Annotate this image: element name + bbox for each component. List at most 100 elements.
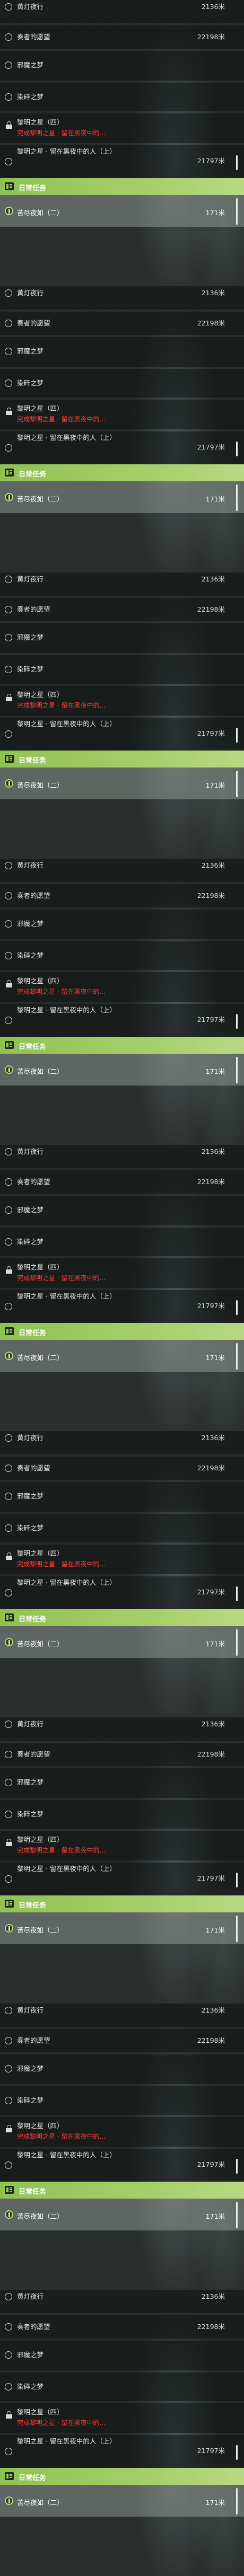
- quest-row-3[interactable]: 邪魔之梦: [0, 2054, 244, 2084]
- quest-title: 黄灯夜行: [17, 1148, 44, 1155]
- quest-row-locked[interactable]: 黎明之星（四） 完成黎明之星 · 留在黑夜中的...: [0, 1545, 244, 1574]
- scrollbar-thumb[interactable]: [236, 2445, 238, 2460]
- daily-section-header[interactable]: 日常任务: [0, 1609, 244, 1626]
- daily-section-header[interactable]: 日常任务: [0, 751, 244, 767]
- quest-row-6[interactable]: 黎明之星 · 留在黑夜中的人（上） 21797米: [0, 1576, 244, 1609]
- quest-row-3[interactable]: 邪魔之梦: [0, 910, 244, 939]
- quest-row-4[interactable]: 染碎之梦: [0, 2372, 244, 2401]
- quest-row-6[interactable]: 黎明之星 · 留在黑夜中的人（上） 21797米: [0, 431, 244, 464]
- daily-section-header[interactable]: 日常任务: [0, 2182, 244, 2199]
- quest-row-2[interactable]: 奏者的愿望 22198米: [0, 1170, 244, 1194]
- quest-row-1[interactable]: 黄灯夜行 2136米: [0, 1145, 244, 1168]
- quest-distance: 171米: [205, 2499, 225, 2507]
- quest-row-locked[interactable]: 黎明之星（四） 完成黎明之星 · 留在黑夜中的...: [0, 1258, 244, 1288]
- scrollbar-thumb[interactable]: [236, 1343, 238, 1370]
- quest-block: 黄灯夜行 2136米 奏者的愿望 22198米 邪魔之梦 染碎之梦 黎明之星（四…: [0, 1717, 244, 2004]
- quest-row-2[interactable]: 奏者的愿望 22198米: [0, 1457, 244, 1480]
- daily-quest-row[interactable]: 苦尽夜如（二） 171米: [0, 1626, 244, 1658]
- daily-quest-row[interactable]: 苦尽夜如（二） 171米: [0, 1340, 244, 1372]
- scrollbar-thumb[interactable]: [236, 1057, 238, 1083]
- lock-icon: [6, 694, 12, 701]
- scrollbar-thumb[interactable]: [236, 2488, 238, 2515]
- daily-section-header[interactable]: 日常任务: [0, 178, 244, 195]
- quest-row-1[interactable]: 黄灯夜行 2136米: [0, 1431, 244, 1454]
- quest-title: 黎明之星 · 留在黑夜中的人（上）: [17, 434, 116, 442]
- scrollbar-thumb[interactable]: [236, 1873, 238, 1887]
- quest-title: 染碎之梦: [17, 665, 44, 673]
- quest-row-locked[interactable]: 黎明之星（四） 完成黎明之星 · 留在黑夜中的...: [0, 972, 244, 1002]
- quest-row-1[interactable]: 黄灯夜行 2136米: [0, 2004, 244, 2027]
- lock-icon: [6, 1266, 12, 1274]
- section-label: 日常任务: [19, 2474, 47, 2482]
- daily-section-header[interactable]: 日常任务: [0, 1323, 244, 1340]
- quest-row-2[interactable]: 奏者的愿望 22198米: [0, 312, 244, 335]
- scrollbar-thumb[interactable]: [236, 1300, 238, 1315]
- quest-row-3[interactable]: 邪魔之梦: [0, 1482, 244, 1512]
- quest-row-1[interactable]: 黄灯夜行 2136米: [0, 859, 244, 882]
- quest-row-4[interactable]: 染碎之梦: [0, 941, 244, 970]
- daily-quest-row[interactable]: 苦尽夜如（二） 171米: [0, 195, 244, 227]
- quest-row-4[interactable]: 染碎之梦: [0, 1800, 244, 1829]
- scrollbar-thumb[interactable]: [236, 2159, 238, 2174]
- scrollbar-thumb[interactable]: [236, 1629, 238, 1656]
- quest-row-1[interactable]: 黄灯夜行 2136米: [0, 2290, 244, 2313]
- scrollbar-thumb[interactable]: [236, 198, 238, 225]
- scrollbar-thumb[interactable]: [236, 1014, 238, 1029]
- quest-row-6[interactable]: 黎明之星 · 留在黑夜中的人（上） 21797米: [0, 1290, 244, 1323]
- quest-row-6[interactable]: 黎明之星 · 留在黑夜中的人（上） 21797米: [0, 1004, 244, 1037]
- quest-row-6[interactable]: 黎明之星 · 留在黑夜中的人（上） 21797米: [0, 1863, 244, 1895]
- quest-row-4[interactable]: 染碎之梦: [0, 1228, 244, 1256]
- quest-row-locked[interactable]: 黎明之星（四） 完成黎明之星 · 留在黑夜中的...: [0, 2403, 244, 2433]
- scrollbar-thumb[interactable]: [236, 1586, 238, 1601]
- quest-row-6[interactable]: 黎明之星 · 留在黑夜中的人（上） 21797米: [0, 718, 244, 751]
- quest-row-1[interactable]: 黄灯夜行 2136米: [0, 572, 244, 596]
- quest-row-6[interactable]: 黎明之星 · 留在黑夜中的人（上） 21797米: [0, 2435, 244, 2468]
- daily-quest-row[interactable]: 苦尽夜如（二） 171米: [0, 2485, 244, 2517]
- quest-row-1[interactable]: 黄灯夜行 2136米: [0, 286, 244, 310]
- quest-row-4[interactable]: 染碎之梦: [0, 2086, 244, 2115]
- scrollbar-thumb[interactable]: [236, 442, 238, 456]
- quest-row-locked[interactable]: 黎明之星（四） 完成黎明之星 · 留在黑夜中的...: [0, 1831, 244, 1860]
- scrollbar-thumb[interactable]: [236, 155, 238, 170]
- daily-section-header[interactable]: 日常任务: [0, 1895, 244, 1912]
- quest-row-2[interactable]: 奏者的愿望 22198米: [0, 1743, 244, 1766]
- quest-row-locked[interactable]: 黎明之星（四） 完成黎明之星 · 留在黑夜中的...: [0, 686, 244, 716]
- quest-row-1[interactable]: 黄灯夜行 2136米: [0, 0, 244, 23]
- circle-outline-icon: [5, 1721, 12, 1728]
- daily-quest-row[interactable]: 苦尽夜如（二） 171米: [0, 481, 244, 513]
- quest-row-locked[interactable]: 黎明之星（四） 完成黎明之星 · 留在黑夜中的...: [0, 2117, 244, 2147]
- quest-row-3[interactable]: 邪魔之梦: [0, 1196, 244, 1225]
- daily-quest-row[interactable]: 苦尽夜如（二） 171米: [0, 767, 244, 799]
- quest-row-4[interactable]: 染碎之梦: [0, 369, 244, 398]
- daily-quest-row[interactable]: 苦尽夜如（二） 171米: [0, 1054, 244, 1086]
- scrollbar-thumb[interactable]: [236, 728, 238, 743]
- scrollbar-thumb[interactable]: [236, 484, 238, 511]
- quest-row-4[interactable]: 染碎之梦: [0, 83, 244, 111]
- daily-quest-row[interactable]: 苦尽夜如（二） 171米: [0, 1912, 244, 1944]
- quest-row-2[interactable]: 奏者的愿望 22198米: [0, 884, 244, 907]
- quest-row-2[interactable]: 奏者的愿望 22198米: [0, 598, 244, 621]
- scrollbar-thumb[interactable]: [236, 771, 238, 797]
- quest-row-2[interactable]: 奏者的愿望 22198米: [0, 2315, 244, 2339]
- quest-row-6[interactable]: 黎明之星 · 留在黑夜中的人（上） 21797米: [0, 145, 244, 178]
- daily-section-header[interactable]: 日常任务: [0, 2468, 244, 2485]
- quest-row-locked[interactable]: 黎明之星（四） 完成黎明之星 · 留在黑夜中的...: [0, 400, 244, 429]
- quest-row-3[interactable]: 邪魔之梦: [0, 337, 244, 367]
- daily-section-header[interactable]: 日常任务: [0, 464, 244, 481]
- quest-row-locked[interactable]: 黎明之星（四） 完成黎明之星 · 留在黑夜中的...: [0, 113, 244, 143]
- daily-section-header[interactable]: 日常任务: [0, 1037, 244, 1054]
- quest-row-4[interactable]: 染碎之梦: [0, 655, 244, 684]
- quest-row-1[interactable]: 黄灯夜行 2136米: [0, 1717, 244, 1741]
- quest-row-3[interactable]: 邪魔之梦: [0, 51, 244, 81]
- quest-row-3[interactable]: 邪魔之梦: [0, 1768, 244, 1798]
- quest-row-2[interactable]: 奏者的愿望 22198米: [0, 25, 244, 49]
- scrollbar-thumb[interactable]: [236, 1916, 238, 1942]
- quest-row-4[interactable]: 染碎之梦: [0, 1514, 244, 1542]
- quest-row-3[interactable]: 邪魔之梦: [0, 2341, 244, 2370]
- scrollbar-thumb[interactable]: [236, 2202, 238, 2228]
- quest-row-3[interactable]: 邪魔之梦: [0, 623, 244, 653]
- quest-row-2[interactable]: 奏者的愿望 22198米: [0, 2029, 244, 2052]
- quest-title: 邪魔之梦: [17, 347, 44, 355]
- daily-quest-row[interactable]: 苦尽夜如（二） 171米: [0, 2199, 244, 2230]
- quest-row-6[interactable]: 黎明之星 · 留在黑夜中的人（上） 21797米: [0, 2149, 244, 2182]
